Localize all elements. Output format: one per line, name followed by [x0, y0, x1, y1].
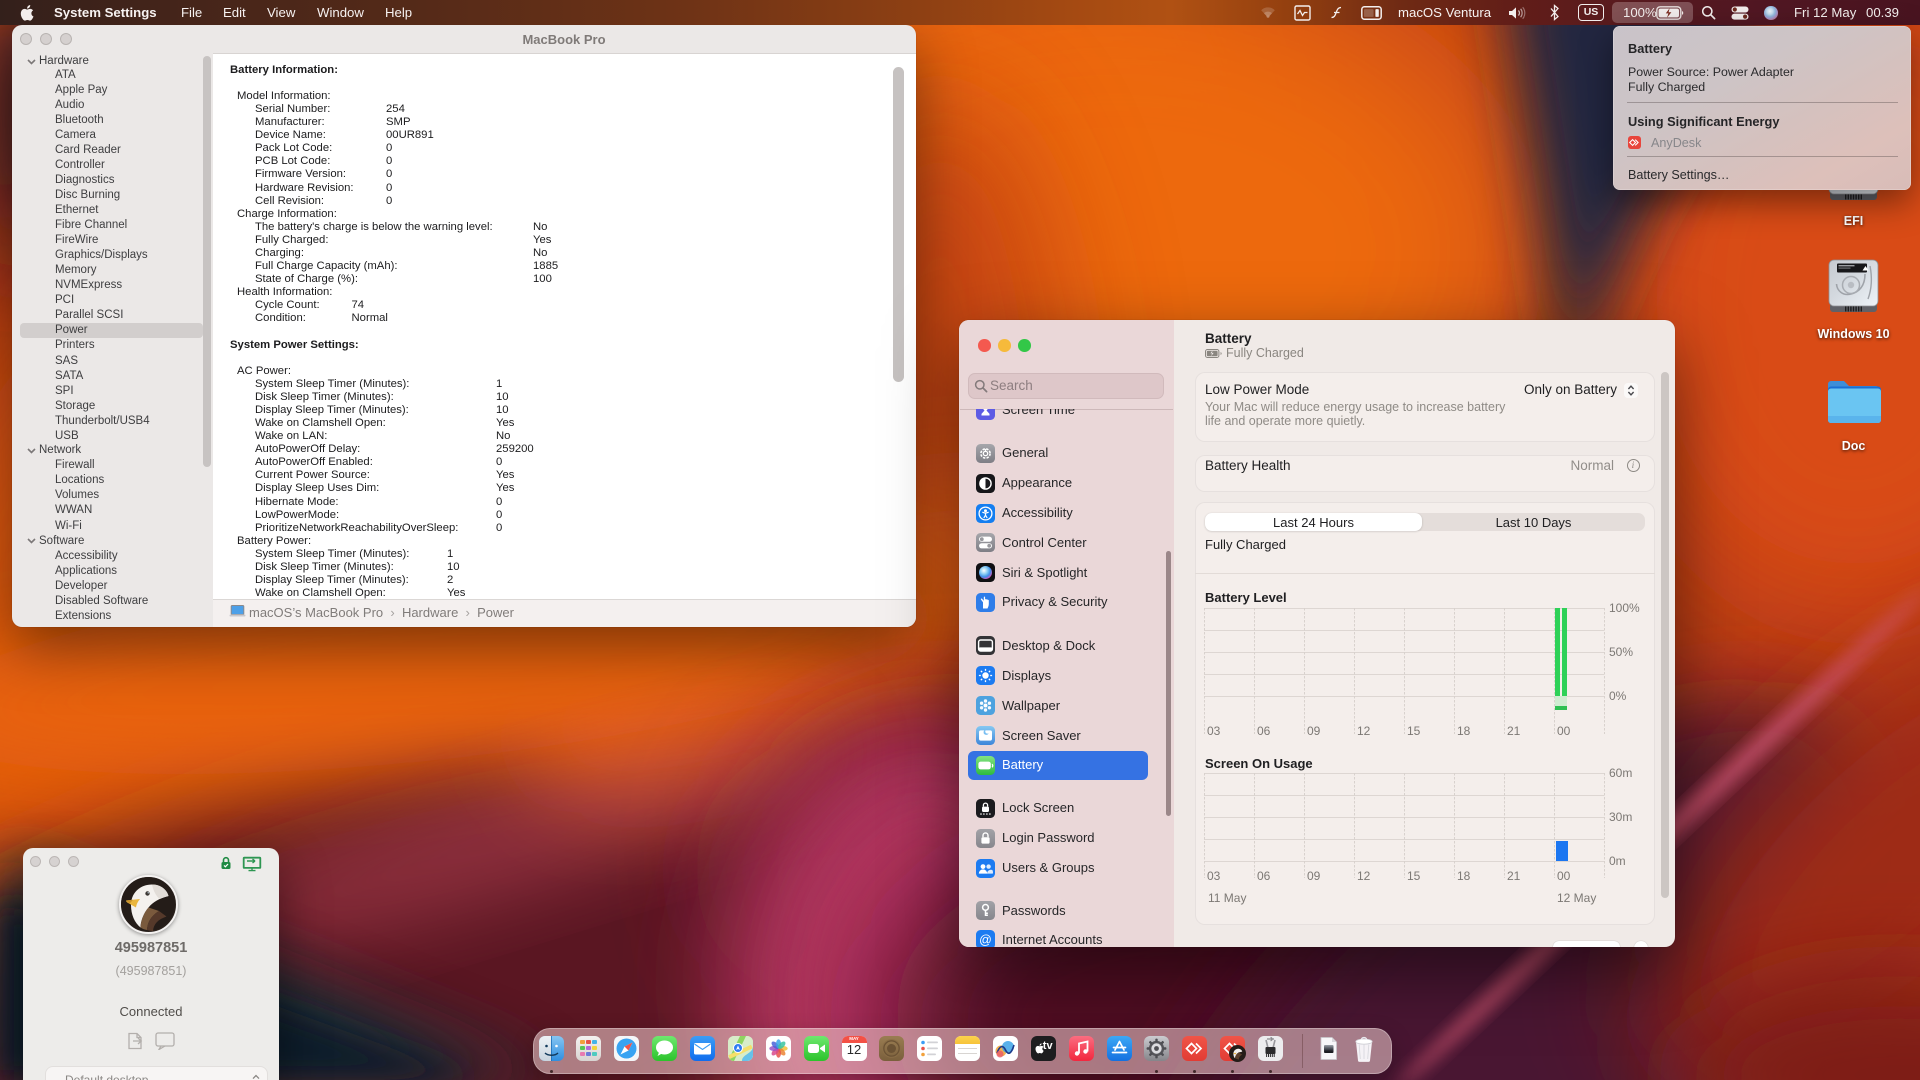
svg-text:@: @	[979, 933, 992, 947]
